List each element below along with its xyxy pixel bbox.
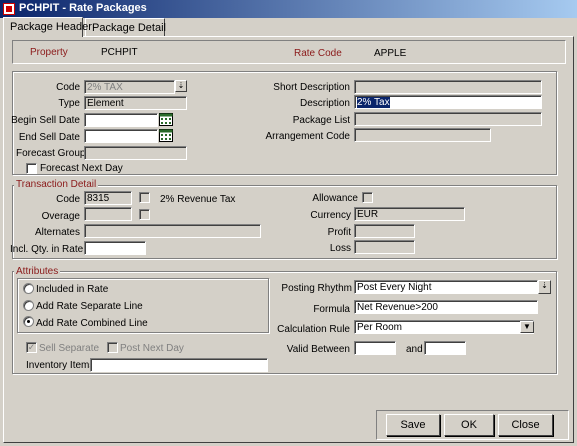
post-next-day-checkbox[interactable] bbox=[107, 342, 118, 353]
incl-qty-field[interactable] bbox=[84, 241, 146, 255]
rate-code-value: APPLE bbox=[374, 48, 407, 59]
tab-package-header[interactable]: Package Header bbox=[3, 17, 92, 37]
valid-to-field[interactable] bbox=[424, 341, 466, 355]
included-in-rate-label: Included in Rate bbox=[36, 284, 109, 295]
ok-button[interactable]: OK bbox=[444, 414, 494, 436]
overage-checkbox[interactable] bbox=[139, 209, 150, 220]
overage-label: Overage bbox=[41, 211, 80, 222]
profit-field[interactable] bbox=[354, 224, 415, 238]
begin-sell-label: Begin Sell Date bbox=[11, 115, 80, 126]
arrangement-code-label: Arrangement Code bbox=[265, 131, 351, 142]
posting-rhythm-label: Posting Rhythm bbox=[281, 283, 352, 294]
arrangement-code-field[interactable] bbox=[354, 128, 491, 142]
overage-field[interactable] bbox=[84, 207, 132, 221]
attributes-title: Attributes bbox=[14, 266, 61, 277]
posting-rhythm-field[interactable]: Post Every Night bbox=[354, 280, 538, 294]
window-title: PCHPIT - Rate Packages bbox=[19, 2, 147, 14]
package-list-label: Package List bbox=[292, 115, 350, 126]
chevron-down-icon[interactable]: ▼ bbox=[520, 321, 534, 333]
description-label: Description bbox=[299, 98, 350, 109]
forecast-next-day-label: Forecast Next Day bbox=[40, 163, 123, 174]
package-list-field[interactable] bbox=[354, 112, 542, 126]
transaction-code-label: Code bbox=[56, 194, 80, 205]
end-sell-label: End Sell Date bbox=[18, 132, 80, 143]
property-value: PCHPIT bbox=[101, 47, 138, 58]
add-rate-combined-line-label: Add Rate Combined Line bbox=[36, 318, 148, 329]
sell-separate-label: Sell Separate bbox=[39, 343, 100, 354]
add-rate-combined-line-radio[interactable] bbox=[23, 316, 34, 327]
included-in-rate-radio[interactable] bbox=[23, 283, 34, 294]
calendar-icon[interactable] bbox=[159, 113, 173, 126]
transaction-code-checkbox[interactable] bbox=[139, 192, 150, 203]
transaction-detail-title: Transaction Detail bbox=[14, 179, 99, 190]
code-field[interactable]: 2% TAX bbox=[84, 80, 175, 94]
loss-label: Loss bbox=[329, 243, 351, 254]
allowance-checkbox[interactable] bbox=[362, 192, 373, 203]
app-icon bbox=[3, 3, 15, 15]
currency-label: Currency bbox=[310, 210, 351, 221]
inventory-items-field[interactable] bbox=[90, 358, 268, 372]
formula-label: Formula bbox=[313, 304, 350, 315]
and-label: and bbox=[406, 344, 423, 355]
loss-field[interactable] bbox=[354, 240, 415, 254]
tab-package-detail[interactable]: Package Detail bbox=[85, 18, 166, 36]
rate-code-label: Rate Code bbox=[294, 48, 342, 59]
inventory-items-label: Inventory Items bbox=[26, 360, 95, 371]
alternates-field[interactable] bbox=[84, 224, 261, 238]
code-label: Code bbox=[56, 82, 80, 93]
calculation-rule-label: Calculation Rule bbox=[277, 324, 350, 335]
forecast-next-day-checkbox[interactable] bbox=[26, 163, 37, 174]
alternates-label: Alternates bbox=[34, 227, 80, 238]
sell-separate-checkbox[interactable]: ✓ bbox=[26, 342, 37, 353]
header-box bbox=[12, 40, 566, 64]
valid-from-field[interactable] bbox=[354, 341, 396, 355]
posting-rhythm-lookup-icon[interactable]: ⇣ bbox=[538, 280, 551, 294]
short-description-label: Short Description bbox=[273, 82, 350, 93]
description-value: 2% Tax bbox=[357, 97, 390, 108]
valid-between-label: Valid Between bbox=[286, 344, 350, 355]
allowance-label: Allowance bbox=[312, 193, 358, 204]
transaction-code-field[interactable]: 8315 bbox=[84, 191, 132, 205]
incl-qty-label: Incl. Qty. in Rate bbox=[10, 244, 84, 255]
forecast-group-label: Forecast Group bbox=[16, 148, 86, 159]
property-label: Property bbox=[30, 47, 68, 58]
save-button[interactable]: Save bbox=[386, 414, 440, 436]
type-label: Type bbox=[58, 98, 80, 109]
end-sell-date-field[interactable] bbox=[84, 129, 158, 143]
formula-field[interactable]: Net Revenue>200 bbox=[354, 300, 538, 314]
short-description-field[interactable] bbox=[354, 80, 542, 94]
type-field[interactable]: Element bbox=[84, 96, 187, 110]
close-button[interactable]: Close bbox=[498, 414, 553, 436]
profit-label: Profit bbox=[327, 227, 351, 238]
lookup-arrow-icon[interactable]: ⇣ bbox=[175, 80, 187, 92]
begin-sell-date-field[interactable] bbox=[84, 113, 158, 127]
post-next-day-label: Post Next Day bbox=[120, 343, 184, 354]
add-rate-separate-line-radio[interactable] bbox=[23, 300, 34, 311]
currency-field[interactable]: EUR bbox=[354, 207, 465, 221]
transaction-code-description: 2% Revenue Tax bbox=[160, 194, 236, 205]
calculation-rule-select[interactable]: Per Room bbox=[354, 320, 534, 334]
calendar-icon[interactable] bbox=[159, 129, 173, 142]
description-field[interactable]: 2% Tax bbox=[354, 95, 542, 109]
forecast-group-field[interactable] bbox=[84, 146, 187, 160]
title-bar: PCHPIT - Rate Packages bbox=[0, 0, 577, 18]
add-rate-separate-line-label: Add Rate Separate Line bbox=[36, 301, 143, 312]
